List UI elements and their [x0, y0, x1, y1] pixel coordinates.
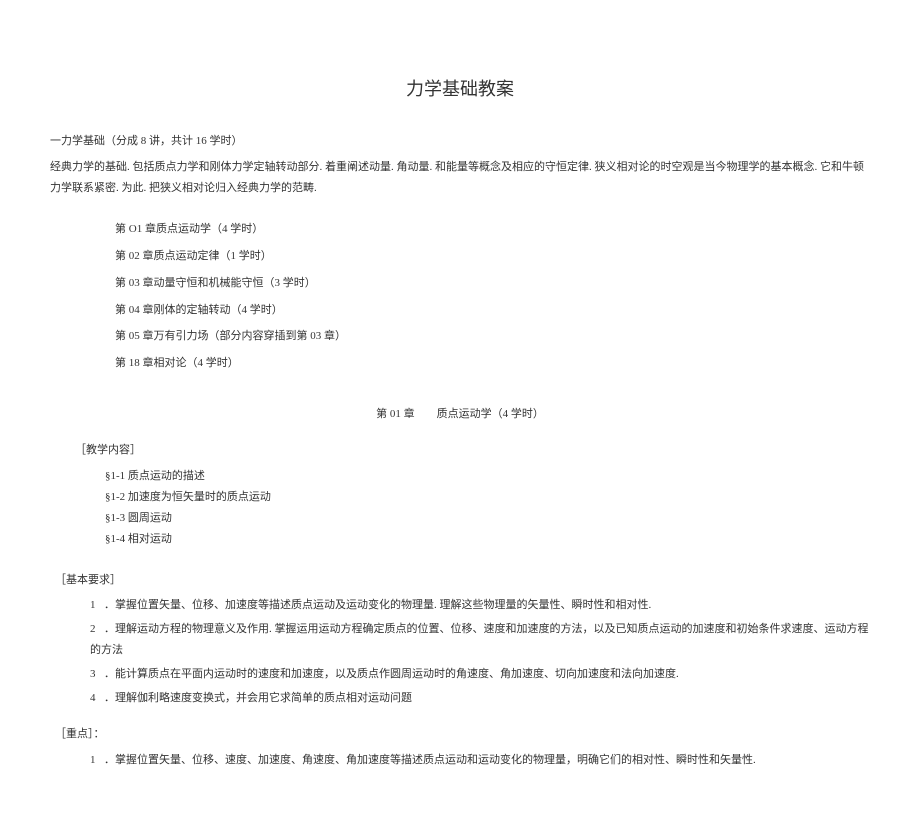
item-text: ．能计算质点在平面内运动时的速度和加速度，以及质点作圆周运动时的角速度、角加速度… — [104, 668, 679, 680]
list-item: 4．理解伽利略速度变换式，并会用它求简单的质点相对运动问题 — [90, 688, 870, 709]
list-item: §1-3 圆周运动 — [105, 508, 870, 529]
item-text: ．掌握位置矢量、位移、速度、加速度、角速度、角加速度等描述质点运动和运动变化的物… — [104, 754, 756, 766]
item-text: ．掌握位置矢量、位移、加速度等描述质点运动及运动变化的物理量. 理解这些物理量的… — [104, 599, 651, 611]
intro-line: 一力学基础（分成 8 讲，共计 16 学时） — [50, 131, 870, 152]
list-item: §1-4 相对运动 — [105, 529, 870, 550]
item-text: ．理解运动方程的物理意义及作用. 掌握运用运动方程确定质点的位置、位移、速度和加… — [90, 623, 869, 656]
emphasis-list: 1．掌握位置矢量、位移、速度、加速度、角速度、角加速度等描述质点运动和运动变化的… — [90, 750, 870, 771]
section-heading: 第 01 章 质点运动学（4 学时） — [50, 404, 870, 425]
list-item: 1．掌握位置矢量、位移、加速度等描述质点运动及运动变化的物理量. 理解这些物理量… — [90, 595, 870, 616]
item-number: 3 — [90, 664, 104, 685]
list-item: 2．理解运动方程的物理意义及作用. 掌握运用运动方程确定质点的位置、位移、速度和… — [90, 619, 870, 661]
item-number: 2 — [90, 619, 104, 640]
chapter-item: 第 04 章刚体的定轴转动（4 学时） — [115, 300, 870, 321]
intro-description: 经典力学的基础. 包括质点力学和刚体力学定轴转动部分. 着重阐述动量. 角动量.… — [50, 157, 870, 199]
page-title: 力学基础教案 — [50, 72, 870, 106]
chapter-list: 第 O1 章质点运动学（4 学时） 第 02 章质点运动定律（1 学时） 第 0… — [115, 219, 870, 374]
chapter-item: 第 02 章质点运动定律（1 学时） — [115, 246, 870, 267]
item-number: 1 — [90, 750, 104, 771]
chapter-item: 第 O1 章质点运动学（4 学时） — [115, 219, 870, 240]
requirements-list: 1．掌握位置矢量、位移、加速度等描述质点运动及运动变化的物理量. 理解这些物理量… — [90, 595, 870, 708]
list-item: 1．掌握位置矢量、位移、速度、加速度、角速度、角加速度等描述质点运动和运动变化的… — [90, 750, 870, 771]
item-number: 4 — [90, 688, 104, 709]
list-item: 3．能计算质点在平面内运动时的速度和加速度，以及质点作圆周运动时的角速度、角加速… — [90, 664, 870, 685]
emphasis-label: ［重点］： — [55, 724, 870, 745]
teaching-content-label: ［教学内容］ — [75, 440, 870, 461]
teaching-content-list: §1-1 质点运动的描述 §1-2 加速度为恒矢量时的质点运动 §1-3 圆周运… — [105, 466, 870, 550]
requirements-label: ［基本要求］ — [55, 570, 870, 591]
chapter-item: 第 03 章动量守恒和机械能守恒（3 学时） — [115, 273, 870, 294]
list-item: §1-2 加速度为恒矢量时的质点运动 — [105, 487, 870, 508]
item-number: 1 — [90, 595, 104, 616]
list-item: §1-1 质点运动的描述 — [105, 466, 870, 487]
chapter-item: 第 18 章相对论（4 学时） — [115, 353, 870, 374]
item-text: ．理解伽利略速度变换式，并会用它求简单的质点相对运动问题 — [104, 692, 412, 704]
chapter-item: 第 05 章万有引力场（部分内容穿插到第 03 章） — [115, 326, 870, 347]
